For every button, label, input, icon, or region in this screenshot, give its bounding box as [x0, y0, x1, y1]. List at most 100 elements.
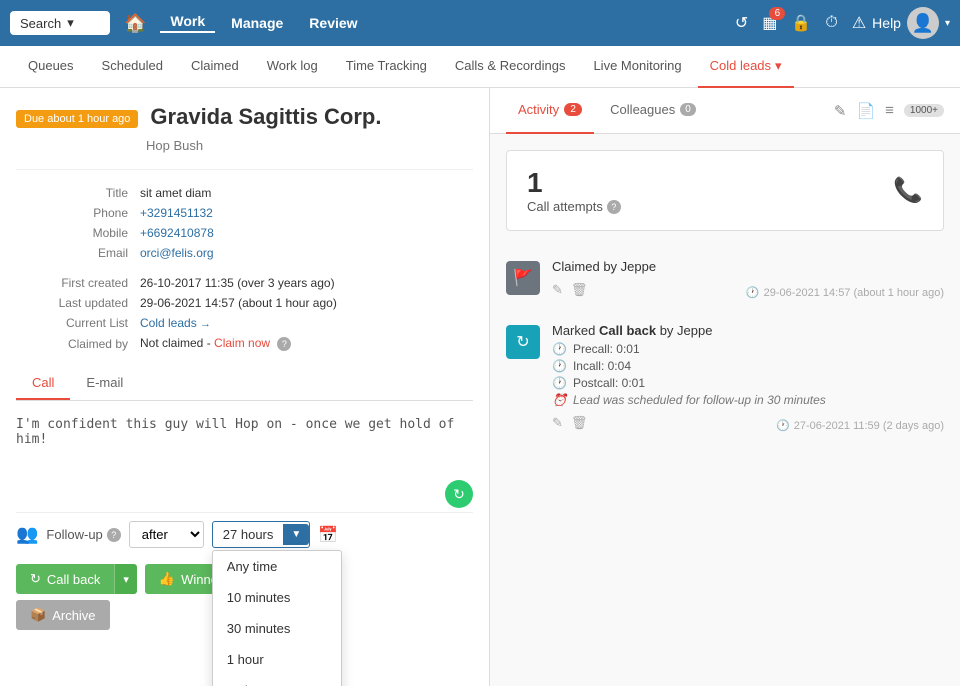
edit-icon[interactable]: ✎ [834, 102, 847, 120]
subnav-worklog[interactable]: Work log [255, 46, 330, 88]
lock-icon[interactable]: 🔒 [791, 13, 811, 33]
calendar-icon[interactable]: ▦ 6 [762, 13, 777, 33]
call-email-tabs: Call E-mail [16, 367, 473, 401]
activity-tab-colleagues[interactable]: Colleagues 0 [598, 88, 708, 134]
time-select-display[interactable]: 27 hours ▼ [212, 521, 311, 548]
time-select-value: 27 hours [213, 522, 284, 547]
call-attempts-help-icon[interactable]: ? [607, 200, 621, 214]
last-updated-value: 29-06-2021 14:57 (about 1 hour ago) [140, 294, 471, 312]
postcall-detail: 🕐 Postcall: 0:01 [552, 376, 944, 390]
info-row-email: Email orci@felis.org [18, 244, 471, 262]
call-back-dropdown-button[interactable]: ▾ [114, 564, 137, 594]
claimed-timestamp: 🕐 29-06-2021 14:57 (about 1 hour ago) [746, 286, 944, 299]
callback-timestamp: 🕐 27-06-2021 11:59 (2 days ago) [776, 419, 944, 432]
edit-claimed-icon[interactable]: ✎ [552, 282, 563, 298]
activity-item-callback: ↻ Marked Call back by Jeppe 🕐 Precall: 0… [490, 311, 960, 444]
callback-row-actions: ✎ 🗑 🕐 27-06-2021 11:59 (2 days ago) [552, 413, 944, 432]
search-caret-icon: ▾ [67, 15, 74, 31]
help-link[interactable]: Help [872, 15, 901, 31]
callbackactivity-body: Marked Call back by Jeppe 🕐 Precall: 0:0… [552, 323, 944, 432]
tab-email[interactable]: E-mail [70, 367, 139, 400]
call-back-button[interactable]: ↻ Call back [16, 564, 114, 594]
email-link[interactable]: orci@felis.org [140, 246, 214, 260]
tab-call[interactable]: Call [16, 367, 70, 400]
alert-icon[interactable]: ⚠ [852, 13, 866, 33]
nav-review[interactable]: Review [299, 15, 367, 31]
top-navigation: Search ▾ 🏠 Work Manage Review ↺ ▦ 6 🔒 ⏱ … [0, 0, 960, 46]
phone-link[interactable]: +3291451132 [140, 206, 213, 220]
title-label: Title [18, 184, 138, 202]
activity-panel: Activity 2 Colleagues 0 ✎ 📄 ≡ 1000+ 1 Ca… [490, 88, 960, 686]
mobile-value: +6692410878 [140, 224, 471, 242]
nav-work[interactable]: Work [160, 13, 215, 33]
claimed-action-icons: ✎ 🗑 [552, 282, 587, 298]
first-created-label: First created [18, 274, 138, 292]
nav-manage[interactable]: Manage [221, 15, 293, 31]
subnav-calls[interactable]: Calls & Recordings [443, 46, 578, 88]
note-textarea[interactable]: I'm confident this guy will Hop on - onc… [16, 413, 473, 473]
search-box[interactable]: Search ▾ [10, 11, 110, 35]
claimed-title: Claimed by Jeppe [552, 259, 944, 274]
timer-icon[interactable]: ⏱ [825, 14, 837, 32]
current-list-label: Current List [18, 314, 138, 332]
followup-timing-select[interactable]: after before [129, 521, 204, 548]
callback-action-icons: ✎ 🗑 [552, 415, 587, 431]
refresh-button[interactable]: ↻ [445, 480, 473, 508]
activity-tab-activity[interactable]: Activity 2 [506, 88, 594, 134]
clock-icon: 🕐 [746, 286, 760, 299]
mobile-label: Mobile [18, 224, 138, 242]
option-anytime[interactable]: Any time [213, 551, 341, 582]
info-row-title: Title sit amet diam [18, 184, 471, 202]
mobile-link[interactable]: +6692410878 [140, 226, 214, 240]
followup-help-icon[interactable]: ? [107, 528, 121, 542]
sub-navigation: Queues Scheduled Claimed Work log Time T… [0, 46, 960, 88]
claimed-activity-body: Claimed by Jeppe ✎ 🗑 🕐 29-06-2021 14:57 … [552, 259, 944, 299]
delete-claimed-icon[interactable]: 🗑 [571, 282, 588, 298]
nav-icon-group: ↺ ▦ 6 🔒 ⏱ ⚠ [735, 13, 866, 33]
edit-callback-icon[interactable]: ✎ [552, 415, 563, 431]
home-icon[interactable]: 🏠 [124, 13, 146, 34]
subnav-scheduled[interactable]: Scheduled [90, 46, 175, 88]
info-row-first-created: First created 26-10-2017 11:35 (over 3 y… [18, 274, 471, 292]
email-label: Email [18, 244, 138, 262]
option-1hour[interactable]: 1 hour [213, 644, 341, 675]
claim-now-link[interactable]: Claim now [214, 336, 270, 350]
lead-header: Due about 1 hour ago Gravida Sagittis Co… [16, 104, 473, 130]
archive-button[interactable]: 📦 Archive [16, 600, 110, 630]
list-icon[interactable]: ≡ [885, 102, 894, 119]
history-icon[interactable]: ↺ [735, 13, 748, 33]
due-badge: Due about 1 hour ago [16, 110, 138, 128]
calendar-picker-icon[interactable]: 📅 [318, 525, 338, 545]
info-row-claimed-by: Claimed by Not claimed - Claim now ? [18, 334, 471, 353]
option-30min[interactable]: 30 minutes [213, 613, 341, 644]
option-10min[interactable]: 10 minutes [213, 582, 341, 613]
avatar-dropdown-icon[interactable]: ▾ [945, 18, 950, 29]
user-avatar[interactable]: 👤 [907, 7, 939, 39]
claimed-by-label: Claimed by [18, 334, 138, 353]
phone-icon: 📞 [893, 176, 923, 205]
lead-contact-name: Hop Bush [146, 138, 473, 153]
lead-detail-panel: Due about 1 hour ago Gravida Sagittis Co… [0, 88, 490, 686]
schedule-icon: ⏰ [552, 393, 567, 407]
claim-help-icon[interactable]: ? [277, 337, 291, 351]
subnav-cold-leads[interactable]: Cold leads ▾ [698, 46, 794, 88]
doc-icon[interactable]: 📄 [856, 102, 875, 120]
time-dropdown: Any time 10 minutes 30 minutes 1 hour 21… [212, 550, 342, 686]
callback-title: Marked Call back by Jeppe [552, 323, 944, 338]
cold-leads-dropdown-icon: ▾ [775, 58, 782, 74]
option-21hours[interactable]: 21 hours [213, 675, 341, 686]
subnav-timetracking[interactable]: Time Tracking [334, 46, 439, 88]
phone-value: +3291451132 [140, 204, 471, 222]
subnav-claimed[interactable]: Claimed [179, 46, 251, 88]
subnav-queues[interactable]: Queues [16, 46, 86, 88]
subnav-live-monitoring[interactable]: Live Monitoring [581, 46, 693, 88]
redo-icon: ↻ [506, 325, 540, 359]
list-count-badge: 1000+ [904, 104, 944, 117]
delete-callback-icon[interactable]: 🗑 [571, 415, 588, 431]
activity-tabs-bar: Activity 2 Colleagues 0 ✎ 📄 ≡ 1000+ [490, 88, 960, 134]
info-row-spacer [18, 264, 471, 272]
calendar-badge: 6 [769, 7, 785, 20]
postcall-clock-icon: 🕐 [552, 376, 567, 390]
current-list-link[interactable]: Cold leads [140, 316, 197, 330]
colleagues-badge: 0 [680, 103, 696, 116]
